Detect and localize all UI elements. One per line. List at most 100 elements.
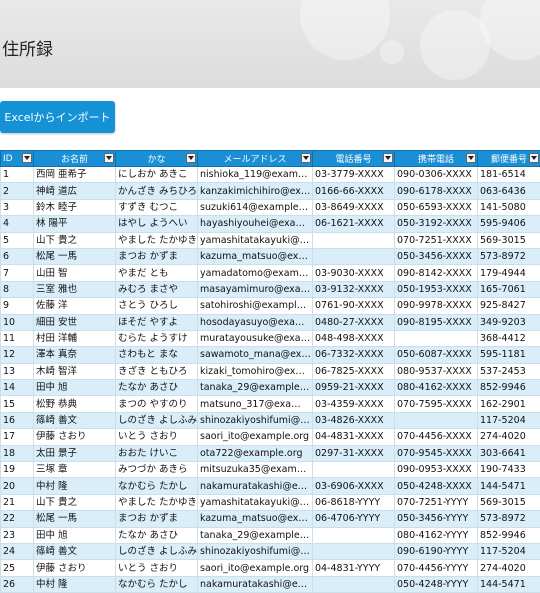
cell-postal[interactable]: 274-4020 <box>478 429 540 445</box>
cell-postal[interactable]: 925-8427 <box>478 298 540 314</box>
cell-phone[interactable]: 0297-31-XXXX <box>313 445 395 461</box>
table-row[interactable]: 4林 陽平はやし ようへいhayashiyouhei@exa…06-1621-X… <box>1 216 540 232</box>
cell-kana[interactable]: いとう さおり <box>116 429 198 445</box>
cell-email[interactable]: shinozakiyoshifumi@… <box>198 412 313 428</box>
cell-mobile[interactable]: 050-3456-YYYY <box>395 511 478 527</box>
cell-mobile[interactable]: 070-7251-XXXX <box>395 232 478 248</box>
cell-phone[interactable] <box>313 232 395 248</box>
cell-postal[interactable]: 141-5080 <box>478 199 540 215</box>
cell-mobile[interactable]: 070-9545-XXXX <box>395 445 478 461</box>
cell-email[interactable]: yamadatomo@exam… <box>198 265 313 281</box>
table-row[interactable]: 10細田 安世ほそだ やすよhosodayasuyo@exa…0480-27-X… <box>1 314 540 330</box>
cell-id[interactable]: 3 <box>1 199 34 215</box>
cell-id[interactable]: 25 <box>1 560 34 576</box>
cell-name[interactable]: 松尾 一馬 <box>34 248 116 264</box>
cell-email[interactable]: masayamimuro@exa… <box>198 281 313 297</box>
table-row[interactable]: 22松尾 一馬まつお かずまkazuma_matsuo@ex…06-4706-Y… <box>1 511 540 527</box>
cell-mobile[interactable] <box>395 412 478 428</box>
cell-mobile[interactable]: 070-4456-XXXX <box>395 429 478 445</box>
table-row[interactable]: 3鈴木 睦子すずき むつこsuzuki614@example…03-8649-X… <box>1 199 540 215</box>
cell-email[interactable]: hayashiyouhei@exa… <box>198 216 313 232</box>
filter-dropdown-icon[interactable] <box>22 153 32 163</box>
cell-email[interactable]: saori_ito@example.org <box>198 429 313 445</box>
table-row[interactable]: 19三塚 章みつづか あきらmitsuzuka35@exam…090-0953-… <box>1 462 540 478</box>
cell-name[interactable]: 松野 恭典 <box>34 396 116 412</box>
table-row[interactable]: 16篠崎 善文しのざき よしふみshinozakiyoshifumi@…03-4… <box>1 412 540 428</box>
cell-id[interactable]: 5 <box>1 232 34 248</box>
cell-postal[interactable]: 303-6641 <box>478 445 540 461</box>
filter-dropdown-icon[interactable] <box>529 153 539 163</box>
cell-postal[interactable]: 274-4020 <box>478 560 540 576</box>
cell-email[interactable]: ota722@example.org <box>198 445 313 461</box>
table-row[interactable]: 7山田 智やまだ ともyamadatomo@exam…03-9030-XXXX0… <box>1 265 540 281</box>
cell-phone[interactable]: 0480-27-XXXX <box>313 314 395 330</box>
table-row[interactable]: 24篠崎 善文しのざき よしふみshinozakiyoshifumi@…090-… <box>1 543 540 559</box>
cell-mobile[interactable]: 090-6178-XXXX <box>395 183 478 199</box>
cell-id[interactable]: 14 <box>1 380 34 396</box>
cell-kana[interactable]: なかむら たかし <box>116 478 198 494</box>
cell-kana[interactable]: みつづか あきら <box>116 462 198 478</box>
excel-import-button[interactable]: Excelからインポート <box>0 101 115 133</box>
cell-email[interactable]: hosodayasuyo@exa… <box>198 314 313 330</box>
cell-email[interactable]: yamashitatakayuki@… <box>198 494 313 510</box>
cell-kana[interactable]: かんざき みちひろ <box>116 183 198 199</box>
cell-phone[interactable]: 03-9132-XXXX <box>313 281 395 297</box>
cell-id[interactable]: 21 <box>1 494 34 510</box>
table-row[interactable]: 1西岡 亜希子にしおか あきこnishioka_119@exam…03-3779… <box>1 167 540 183</box>
cell-name[interactable]: 篠崎 善文 <box>34 412 116 428</box>
cell-email[interactable]: tanaka_29@example… <box>198 380 313 396</box>
cell-postal[interactable]: 063-6436 <box>478 183 540 199</box>
cell-postal[interactable]: 569-3015 <box>478 232 540 248</box>
table-row[interactable]: 26中村 隆なかむら たかしnakamuratakashi@e…050-4248… <box>1 576 540 592</box>
cell-postal[interactable]: 573-8972 <box>478 248 540 264</box>
cell-email[interactable]: kizaki_tomohiro@ex… <box>198 363 313 379</box>
cell-name[interactable]: 西岡 亜希子 <box>34 167 116 183</box>
filter-dropdown-icon[interactable] <box>383 153 393 163</box>
cell-name[interactable]: 中村 隆 <box>34 478 116 494</box>
cell-name[interactable]: 伊藤 さおり <box>34 560 116 576</box>
cell-phone[interactable]: 03-9030-XXXX <box>313 265 395 281</box>
table-row[interactable]: 11村田 洋輔むらた ようすけmuratayousuke@exa…048-498… <box>1 330 540 346</box>
table-row[interactable]: 23田中 旭たなか あさひtanaka_29@example…080-4162-… <box>1 527 540 543</box>
cell-name[interactable]: 田中 旭 <box>34 527 116 543</box>
cell-name[interactable]: 鈴木 睦子 <box>34 199 116 215</box>
cell-name[interactable]: 神崎 道広 <box>34 183 116 199</box>
cell-kana[interactable]: すずき むつこ <box>116 199 198 215</box>
cell-email[interactable]: matsuno_317@exa… <box>198 396 313 412</box>
cell-postal[interactable]: 569-3015 <box>478 494 540 510</box>
table-row[interactable]: 15松野 恭典まつの やすのりmatsuno_317@exa…03-4359-X… <box>1 396 540 412</box>
cell-postal[interactable]: 117-5204 <box>478 543 540 559</box>
cell-name[interactable]: 木崎 智洋 <box>34 363 116 379</box>
cell-kana[interactable]: まつお かずま <box>116 511 198 527</box>
filter-dropdown-icon[interactable] <box>466 153 476 163</box>
cell-postal[interactable]: 181-6514 <box>478 167 540 183</box>
cell-id[interactable]: 26 <box>1 576 34 592</box>
cell-phone[interactable] <box>313 527 395 543</box>
cell-kana[interactable]: きざき ともひろ <box>116 363 198 379</box>
cell-phone[interactable]: 048-498-XXXX <box>313 330 395 346</box>
cell-id[interactable]: 13 <box>1 363 34 379</box>
table-row[interactable]: 2神崎 道広かんざき みちひろkanzakimichihiro@ex…0166-… <box>1 183 540 199</box>
cell-name[interactable]: 三室 雅也 <box>34 281 116 297</box>
cell-mobile[interactable]: 050-6593-XXXX <box>395 199 478 215</box>
cell-email[interactable]: suzuki614@example… <box>198 199 313 215</box>
cell-email[interactable]: kanzakimichihiro@ex… <box>198 183 313 199</box>
cell-name[interactable]: 林 陽平 <box>34 216 116 232</box>
cell-mobile[interactable]: 080-4162-XXXX <box>395 380 478 396</box>
cell-kana[interactable]: たなか あさひ <box>116 380 198 396</box>
cell-postal[interactable]: 349-9203 <box>478 314 540 330</box>
cell-phone[interactable] <box>313 462 395 478</box>
cell-kana[interactable]: はやし ようへい <box>116 216 198 232</box>
table-row[interactable]: 9佐藤 洋さとう ひろしsatohiroshi@exampl…0761-90-X… <box>1 298 540 314</box>
cell-email[interactable]: sawamoto_mana@ex… <box>198 347 313 363</box>
table-row[interactable]: 8三室 雅也みむろ まさやmasayamimuro@exa…03-9132-XX… <box>1 281 540 297</box>
cell-email[interactable]: tanaka_29@example… <box>198 527 313 543</box>
cell-phone[interactable]: 06-7825-XXXX <box>313 363 395 379</box>
cell-email[interactable]: muratayousuke@exa… <box>198 330 313 346</box>
cell-phone[interactable]: 06-7332-XXXX <box>313 347 395 363</box>
cell-name[interactable]: 山田 智 <box>34 265 116 281</box>
cell-name[interactable]: 田中 旭 <box>34 380 116 396</box>
table-row[interactable]: 13木崎 智洋きざき ともひろkizaki_tomohiro@ex…06-782… <box>1 363 540 379</box>
cell-name[interactable]: 篠崎 善文 <box>34 543 116 559</box>
cell-id[interactable]: 15 <box>1 396 34 412</box>
